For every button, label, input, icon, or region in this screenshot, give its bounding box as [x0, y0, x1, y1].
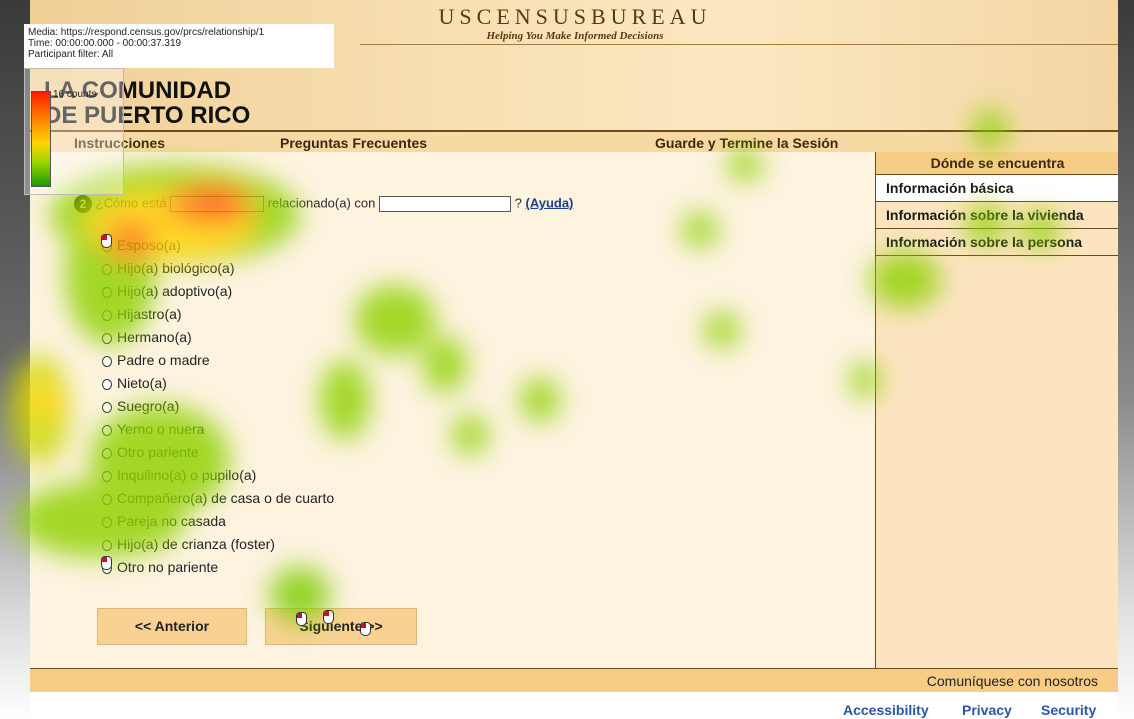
option-hijo-crianza[interactable]: Hijo(a) de crianza (foster) [102, 536, 334, 559]
sidebar-item-informacion-basica[interactable]: Información básica [876, 175, 1118, 202]
option-label: Hijo(a) adoptivo(a) [117, 283, 233, 299]
recording-info-panel: Media: https://respond.census.gov/prcs/r… [24, 24, 334, 68]
progress-sidebar: Dónde se encuentra Información básica In… [875, 152, 1118, 668]
question-text-part1: ¿Cómo está [95, 195, 167, 211]
option-label: Otro pariente [117, 444, 199, 460]
participant-filter-text: Participant filter: All [28, 49, 114, 60]
security-link[interactable]: Security [1041, 702, 1096, 718]
option-label: Esposo(a) [117, 237, 181, 253]
option-pareja-no-casada[interactable]: Pareja no casada [102, 513, 334, 536]
footer-bar: Comuníquese con nosotros [30, 668, 1118, 692]
nav-guarde-y-termine[interactable]: Guarde y Termine la Sesión [655, 135, 838, 151]
option-esposo[interactable]: Esposo(a) [102, 237, 334, 260]
right-edge-shadow [1118, 0, 1134, 719]
help-link[interactable]: (Ayuda) [525, 195, 573, 210]
nav-preguntas-frecuentes[interactable]: Preguntas Frecuentes [280, 135, 427, 151]
radio-button[interactable] [102, 401, 112, 413]
option-otro-no-pariente[interactable]: Otro no pariente [102, 559, 334, 582]
click-marker-icon [323, 610, 334, 624]
option-yerno-nuera[interactable]: Yerno o nuera [102, 421, 334, 444]
option-hijo-biologico[interactable]: Hijo(a) biológico(a) [102, 260, 334, 283]
option-label: Hermano(a) [117, 329, 192, 345]
option-label: Pareja no casada [117, 513, 226, 529]
radio-button[interactable] [102, 516, 112, 528]
radio-button[interactable] [102, 355, 112, 367]
option-label: Compañero(a) de casa o de cuarto [117, 490, 335, 506]
option-padre-madre[interactable]: Padre o madre [102, 352, 334, 375]
relationship-options: Esposo(a) Hijo(a) biológico(a) Hijo(a) a… [102, 237, 334, 582]
option-hijo-adoptivo[interactable]: Hijo(a) adoptivo(a) [102, 283, 334, 306]
question-text-part2: relacionado(a) con [267, 195, 376, 211]
radio-button[interactable] [102, 309, 112, 321]
sidebar-item-informacion-vivienda[interactable]: Información sobre la vivienda [876, 202, 1118, 229]
top-nav: Instrucciones Preguntas Frecuentes Guard… [30, 132, 1118, 152]
heatmap-legend: 16 counts [24, 68, 124, 195]
question-number-badge: 2 [74, 195, 92, 213]
option-label: Inquilino(a) o pupilo(a) [117, 467, 257, 483]
question-row: 2 ¿Cómo está relacionado(a) con ? (Ayuda… [74, 195, 573, 215]
media-url-text: Media: https://respond.census.gov/prcs/r… [28, 27, 265, 38]
census-page: USCENSUSBUREAU Helping You Make Informed… [30, 0, 1118, 692]
question-text-part3: ? [514, 195, 522, 211]
option-hermano[interactable]: Hermano(a) [102, 329, 334, 352]
reference-person-field[interactable] [379, 196, 511, 212]
contact-link[interactable]: Comuníquese con nosotros [927, 673, 1098, 689]
click-marker-icon [101, 556, 112, 570]
option-companero[interactable]: Compañero(a) de casa o de cuarto [102, 490, 334, 513]
radio-button[interactable] [102, 539, 112, 551]
radio-button[interactable] [102, 424, 112, 436]
option-label: Suegro(a) [117, 398, 180, 414]
anterior-button[interactable]: << Anterior [97, 608, 247, 645]
census-bureau-logo[interactable]: USCENSUSBUREAU [415, 4, 735, 30]
radio-button[interactable] [102, 493, 112, 505]
privacy-link[interactable]: Privacy [962, 702, 1012, 718]
sidebar-title: Dónde se encuentra [876, 152, 1118, 175]
siguiente-button[interactable]: Siguiente >> [265, 608, 417, 645]
option-otro-pariente[interactable]: Otro pariente [102, 444, 334, 467]
radio-button[interactable] [102, 263, 112, 275]
radio-button[interactable] [102, 470, 112, 482]
person-name-field[interactable] [170, 196, 265, 212]
time-range-text: Time: 00:00:00.000 - 00:00:37.319 [28, 38, 182, 49]
option-label: Padre o madre [117, 352, 210, 368]
accessibility-link[interactable]: Accessibility [843, 702, 929, 718]
radio-button[interactable] [102, 332, 112, 344]
radio-button[interactable] [102, 447, 112, 459]
radio-button[interactable] [102, 286, 112, 298]
click-marker-icon [360, 622, 371, 636]
option-nieto[interactable]: Nieto(a) [102, 375, 334, 398]
click-marker-icon [296, 612, 307, 626]
bureau-tagline: Helping You Make Informed Decisions [486, 30, 664, 42]
option-label: Hijo(a) biológico(a) [117, 260, 235, 276]
option-label: Hijo(a) de crianza (foster) [117, 536, 275, 552]
option-suegro[interactable]: Suegro(a) [102, 398, 334, 421]
sidebar-item-informacion-persona[interactable]: Información sobre la persona [876, 229, 1118, 256]
option-label: Nieto(a) [117, 375, 167, 391]
option-inquilino[interactable]: Inquilino(a) o pupilo(a) [102, 467, 334, 490]
heatmap-color-scale [31, 91, 51, 187]
option-label: Otro no pariente [117, 559, 219, 575]
option-label: Hijastro(a) [117, 306, 182, 322]
option-label: Yerno o nuera [117, 421, 205, 437]
radio-button[interactable] [102, 378, 112, 390]
option-hijastro[interactable]: Hijastro(a) [102, 306, 334, 329]
click-marker-icon [101, 234, 112, 248]
heatmap-count-label: 16 counts [53, 89, 97, 100]
